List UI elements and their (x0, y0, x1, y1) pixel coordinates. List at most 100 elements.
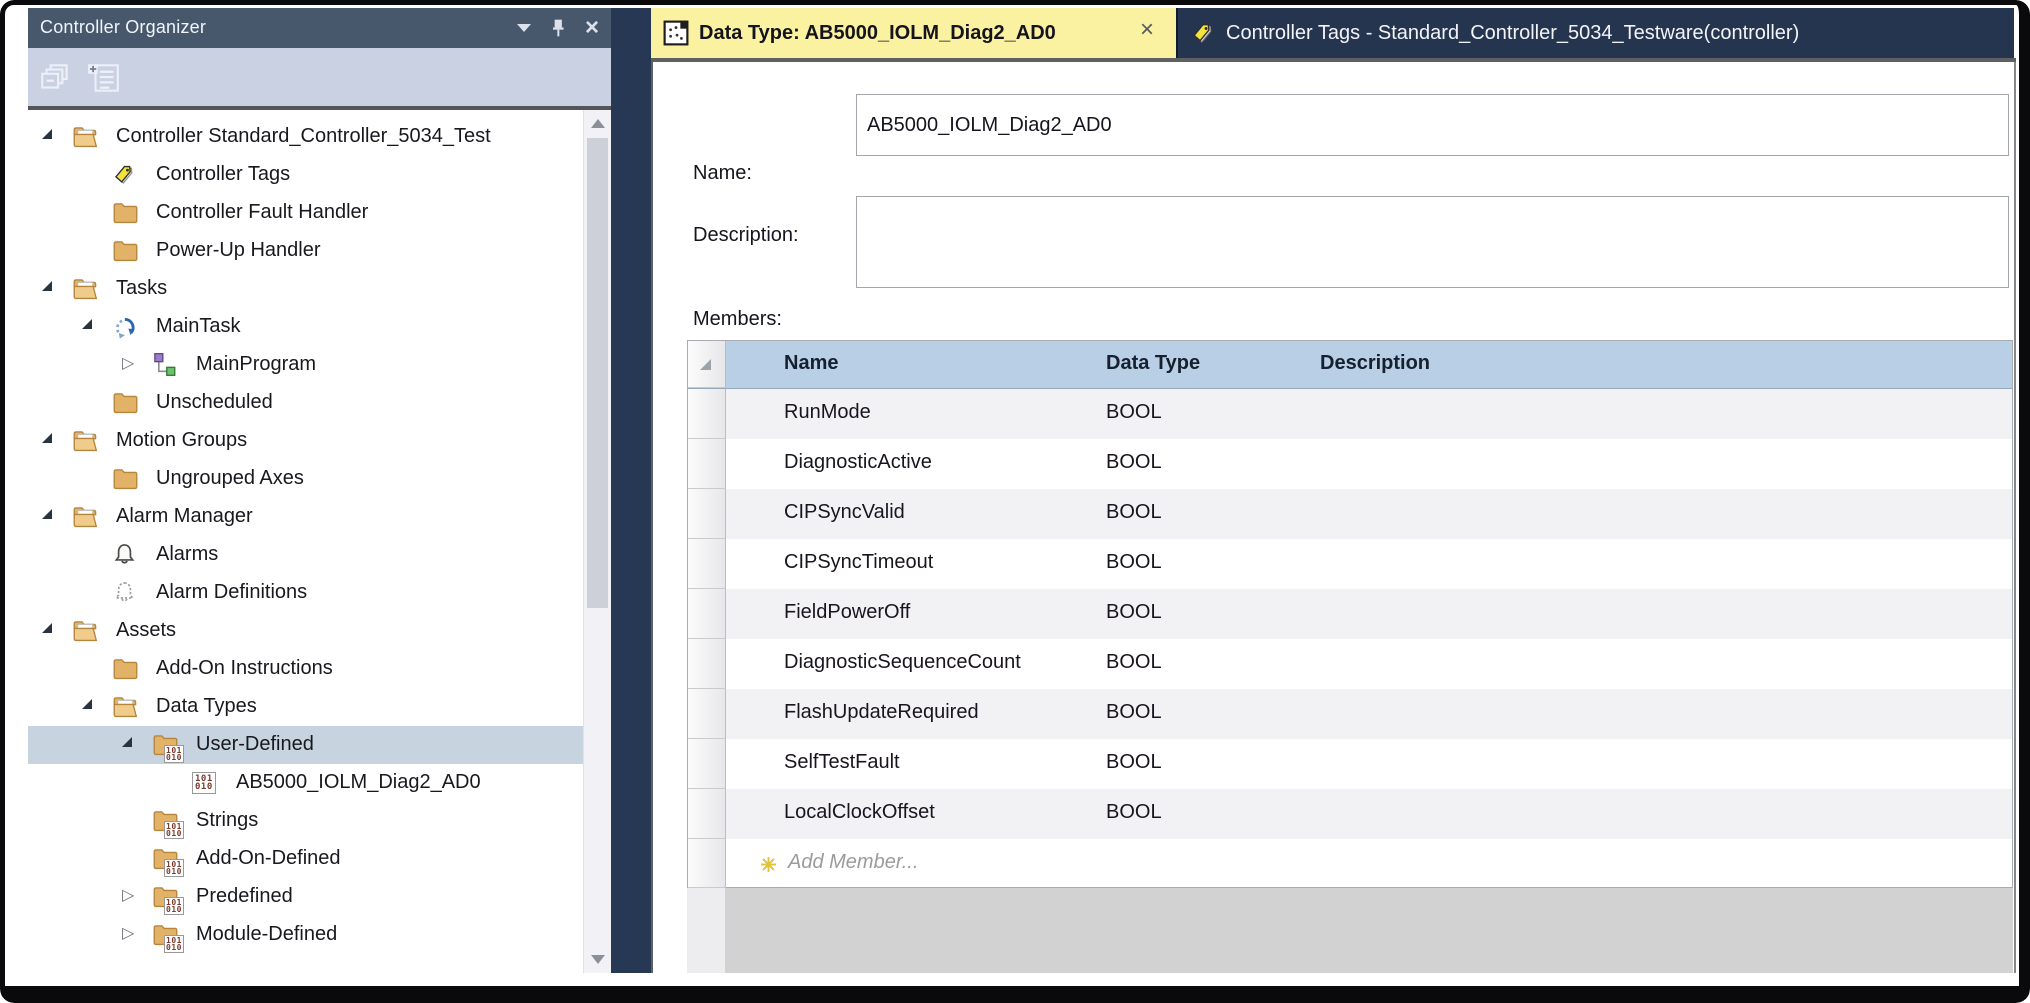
cell-member-datatype[interactable]: BOOL (1106, 401, 1162, 424)
cell-member-name[interactable]: RunMode (784, 401, 871, 424)
tree-item-strings[interactable]: 101010Strings (28, 802, 583, 840)
folder-icon (112, 390, 140, 418)
panel-pin-button[interactable] (541, 8, 575, 48)
member-row-flashupdaterequired[interactable]: FlashUpdateRequired BOOL (688, 689, 2012, 739)
grid-corner-cell[interactable] (688, 341, 726, 388)
description-input[interactable] (856, 196, 2009, 288)
tab-close-button[interactable]: × (1140, 18, 1154, 42)
expand-arrow-icon[interactable]: ▷ (122, 356, 134, 372)
tree-item-unscheduled[interactable]: Unscheduled (28, 384, 583, 422)
tree-item-assets[interactable]: Assets (28, 612, 583, 650)
member-row-diagnosticsequencecount[interactable]: DiagnosticSequenceCount BOOL (688, 639, 2012, 689)
cell-member-datatype[interactable]: BOOL (1106, 601, 1162, 624)
column-header-name[interactable]: Name (784, 352, 838, 375)
collapse-all-button[interactable] (36, 60, 76, 96)
cell-member-datatype[interactable]: BOOL (1106, 701, 1162, 724)
column-header-description[interactable]: Description (1320, 352, 1430, 375)
row-selector[interactable] (688, 639, 726, 689)
collapse-arrow-icon[interactable] (42, 281, 52, 291)
collapse-arrow-icon[interactable] (42, 433, 52, 443)
cell-member-datatype[interactable]: BOOL (1106, 751, 1162, 774)
row-selector[interactable] (688, 539, 726, 589)
editor-empty-area (725, 888, 2013, 973)
cell-member-datatype[interactable]: BOOL (1106, 501, 1162, 524)
cell-member-name[interactable]: DiagnosticSequenceCount (784, 651, 1021, 674)
tree-item-module-defined[interactable]: ▷101010Module-Defined (28, 916, 583, 954)
member-row-selftestfault[interactable]: SelfTestFault BOOL (688, 739, 2012, 789)
tree-item-ab5000-iolm-diag2-ad0[interactable]: 101010AB5000_IOLM_Diag2_AD0 (28, 764, 583, 802)
tree-item-predefined[interactable]: ▷101010Predefined (28, 878, 583, 916)
udt-icon: 101010 (192, 770, 220, 798)
row-selector[interactable] (688, 789, 726, 839)
cell-member-name[interactable]: FieldPowerOff (784, 601, 910, 624)
cell-member-name[interactable]: SelfTestFault (784, 751, 900, 774)
member-row-cipsyncvalid[interactable]: CIPSyncValid BOOL (688, 489, 2012, 539)
member-row-fieldpoweroff[interactable]: FieldPowerOff BOOL (688, 589, 2012, 639)
add-member-row[interactable]: Add Member... (688, 839, 2012, 889)
cell-member-name[interactable]: CIPSyncTimeout (784, 551, 933, 574)
cell-member-name[interactable]: LocalClockOffset (784, 801, 935, 824)
controller-organizer-panel: Controller Organizer × (28, 8, 611, 973)
cell-member-datatype[interactable]: BOOL (1106, 651, 1162, 674)
tree-item-label: Alarms (156, 543, 218, 566)
member-row-diagnosticactive[interactable]: DiagnosticActive BOOL (688, 439, 2012, 489)
scrollbar-thumb[interactable] (587, 138, 608, 608)
expand-arrow-icon[interactable]: ▷ (122, 926, 134, 942)
tree-item-alarms[interactable]: Alarms (28, 536, 583, 574)
collapse-arrow-icon[interactable] (82, 699, 92, 709)
row-selector[interactable] (688, 439, 726, 489)
scroll-down-icon[interactable] (591, 955, 605, 964)
tree-item-alarm-manager[interactable]: Alarm Manager (28, 498, 583, 536)
tree-item-tasks[interactable]: Tasks (28, 270, 583, 308)
tree-item-alarm-definitions[interactable]: Alarm Definitions (28, 574, 583, 612)
collapse-arrow-icon[interactable] (42, 623, 52, 633)
tree-item-user-defined[interactable]: 101010User-Defined (28, 726, 583, 764)
cell-member-name[interactable]: FlashUpdateRequired (784, 701, 979, 724)
expand-arrow-icon[interactable]: ▷ (122, 888, 134, 904)
column-header-datatype[interactable]: Data Type (1106, 352, 1200, 375)
tree-item-add-on-instructions[interactable]: Add-On Instructions (28, 650, 583, 688)
cell-member-datatype[interactable]: BOOL (1106, 801, 1162, 824)
tree-item-controller-tags[interactable]: Controller Tags (28, 156, 583, 194)
row-selector[interactable] (688, 489, 726, 539)
name-label: Name: (693, 162, 752, 185)
tree-item-maintask[interactable]: MainTask (28, 308, 583, 346)
row-selector[interactable] (688, 589, 726, 639)
cell-member-name[interactable]: DiagnosticActive (784, 451, 932, 474)
member-row-localclockoffset[interactable]: LocalClockOffset BOOL (688, 789, 2012, 839)
row-selector[interactable] (688, 839, 726, 888)
row-selector[interactable] (688, 389, 726, 439)
tag-icon (1190, 20, 1216, 46)
row-selector[interactable] (688, 689, 726, 739)
tree-item-power-up-handler[interactable]: Power-Up Handler (28, 232, 583, 270)
collapse-arrow-icon[interactable] (82, 319, 92, 329)
member-row-cipsynctimeout[interactable]: CIPSyncTimeout BOOL (688, 539, 2012, 589)
cell-member-datatype[interactable]: BOOL (1106, 551, 1162, 574)
cell-member-name[interactable]: CIPSyncValid (784, 501, 905, 524)
row-selector[interactable] (688, 739, 726, 789)
panel-close-button[interactable]: × (575, 8, 609, 48)
panel-splitter[interactable] (611, 8, 651, 973)
folder-open-icon (72, 428, 100, 456)
tree-item-mainprogram[interactable]: ▷MainProgram (28, 346, 583, 384)
tree-item-add-on-defined[interactable]: 101010Add-On-Defined (28, 840, 583, 878)
tree-item-motion-groups[interactable]: Motion Groups (28, 422, 583, 460)
member-row-runmode[interactable]: RunMode BOOL (688, 389, 2012, 439)
chevron-down-icon (517, 24, 531, 32)
tab-data-type[interactable]: Data Type: AB5000_IOLM_Diag2_AD0 × (651, 8, 1176, 58)
collapse-arrow-icon[interactable] (42, 509, 52, 519)
scroll-up-icon[interactable] (591, 119, 605, 128)
udt-folder-icon: 101010 (152, 846, 180, 874)
tree-item-ungrouped-axes[interactable]: Ungrouped Axes (28, 460, 583, 498)
collapse-arrow-icon[interactable] (122, 737, 132, 747)
tab-controller-tags[interactable]: Controller Tags - Standard_Controller_50… (1176, 8, 2014, 58)
collapse-arrow-icon[interactable] (42, 129, 52, 139)
tree-item-controller-fault-handler[interactable]: Controller Fault Handler (28, 194, 583, 232)
cell-member-datatype[interactable]: BOOL (1106, 451, 1162, 474)
tree-item-data-types[interactable]: Data Types (28, 688, 583, 726)
tree-item-controller-standard-controller-5034-test[interactable]: Controller Standard_Controller_5034_Test (28, 118, 583, 156)
name-input[interactable] (856, 94, 2009, 156)
tree-scrollbar[interactable] (583, 110, 612, 973)
panel-menu-button[interactable] (507, 8, 541, 48)
component-options-button[interactable] (84, 60, 124, 96)
